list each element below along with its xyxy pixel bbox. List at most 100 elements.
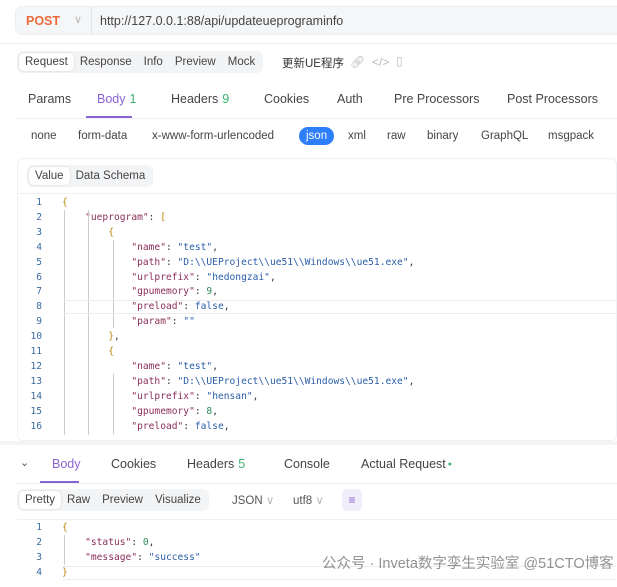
tab-post-processors[interactable]: Post Processors [507,92,598,106]
tab-label: Body [52,457,81,471]
chevron-down-icon[interactable]: ∨ [74,13,82,26]
indent-guide [64,535,65,565]
tab-label: Auth [337,92,363,106]
tab-console[interactable]: Console [284,457,330,471]
link-icon[interactable]: 🔗︎ [350,55,365,69]
line-number: 12 [30,360,42,372]
tab-cookies[interactable]: Cookies [264,92,309,106]
body-type-x-www-form-urlencoded[interactable]: x-www-form-urlencoded [152,130,274,142]
tab-preview[interactable]: Preview [96,491,149,509]
line-number: 11 [30,346,42,357]
body-type-graphql[interactable]: GraphQL [481,130,528,142]
tab-label: Cookies [111,457,157,471]
line-number: 13 [30,375,42,387]
line-number: 3 [36,551,42,563]
code-line: "path": "D:\\UEProject\\ue51\\Windows\\u… [131,256,415,268]
tab-info[interactable]: Info [138,53,169,71]
tab-label: Post Processors [507,92,599,106]
code-line: "ueprogram": [ [85,211,166,223]
tab-label: Actual Request [361,457,446,471]
api-name: 更新UE程序 [282,58,344,70]
tab-count: 9 [222,92,230,106]
tab-count: 5 [238,457,246,471]
encoding-select[interactable]: utf8 ∨ [293,493,324,507]
tab-cookies[interactable]: Cookies [111,457,156,471]
response-tabs: Body Cookies Headers 5 Console Actual Request… [0,457,617,479]
code-line: "name": "test", [131,241,218,253]
editor-tabs: Value Data Schema [27,165,154,187]
line-number: 4 [36,566,42,578]
indent-guide [113,240,114,328]
tab-count: 1 [129,92,137,106]
url-input[interactable]: http://127.0.0.1:88/api/updateueprogrami… [91,7,343,36]
divider [0,43,617,44]
line-number: 10 [30,331,42,343]
tab-mock[interactable]: Mock [222,53,261,71]
code-line: "urlprefix": "hensan", [131,390,259,402]
line-number: 2 [36,211,42,223]
watermark: 公众号 · Inveta数字孪生实验室 @51CTO博客 [322,556,614,572]
body-type-tabs: none form-data x-www-form-urlencoded json xm… [0,127,617,150]
line-number: 6 [36,271,42,283]
line-number: 14 [30,390,42,402]
tab-value[interactable]: Value [29,167,70,185]
line-number: 5 [36,256,42,268]
body-type-form-data[interactable]: form-data [78,130,127,142]
response-view-tabs: Pretty Raw Preview Visualize [17,489,209,511]
line-number: 9 [36,316,42,328]
tab-pre-processors[interactable]: Pre Processors [394,92,479,106]
code-line: "param": "" [131,316,195,328]
url-bar[interactable]: POST ∨ http://127.0.0.1:88/api/updateuep… [15,6,617,36]
code-icon[interactable]: </> [372,55,389,69]
code-line: "urlprefix": "hedongzai", [131,271,276,283]
line-number: 2 [36,536,42,548]
tab-response[interactable]: Response [74,53,138,71]
tab-pretty[interactable]: Pretty [19,491,62,509]
line-number: 4 [36,241,42,253]
panel-splitter[interactable] [0,441,617,445]
tab-headers[interactable]: Headers 9 [171,92,229,106]
line-number: 8 [36,301,42,313]
line-number: 7 [36,286,42,298]
body-type-binary[interactable]: binary [427,130,458,142]
indent-guide [113,374,114,434]
tab-label: Params [28,92,72,106]
tab-label: Headers [187,457,235,471]
tab-params[interactable]: Params [28,92,71,106]
tab-headers[interactable]: Headers 5 [187,457,245,471]
code-line: { [62,197,68,208]
line-number: 16 [30,420,42,432]
line-number: 1 [36,522,42,533]
tab-label: Pre Processors [394,92,480,106]
panel-icon[interactable]: ▯ [396,54,403,68]
tab-body[interactable]: Body [52,457,81,471]
current-line-highlight [63,300,616,315]
indent-guide [88,210,89,435]
status-dot-icon: ● [445,461,452,469]
tab-label: Console [284,457,330,471]
line-number: 15 [30,405,42,417]
tab-visualize[interactable]: Visualize [149,491,207,509]
tab-raw[interactable]: Raw [61,491,96,509]
body-type-msgpack[interactable]: msgpack [548,130,594,142]
wrap-lines-icon[interactable]: ≡ [342,489,362,511]
code-line: "status": 0, [85,536,155,548]
code-line: "name": "test", [131,360,218,372]
body-type-json[interactable]: json [299,127,335,145]
tab-preview[interactable]: Preview [169,53,222,71]
view-tabs: Request Response Info Preview Mock [17,51,264,73]
tab-request[interactable]: Request [19,53,74,71]
tab-body[interactable]: Body 1 [97,92,136,106]
tab-auth[interactable]: Auth [337,92,363,106]
format-select[interactable]: JSON ∨ [232,493,274,507]
body-type-raw[interactable]: raw [387,130,406,142]
line-number: 1 [36,197,42,208]
code-line: { [62,522,68,533]
tab-data-schema[interactable]: Data Schema [70,167,152,185]
method-select[interactable]: POST [26,14,60,28]
tab-actual-request[interactable]: Actual Request ● [361,457,452,471]
tab-label: Body [97,92,126,106]
body-type-none[interactable]: none [31,130,57,142]
tab-label: Cookies [264,92,310,106]
body-type-xml[interactable]: xml [348,130,366,142]
